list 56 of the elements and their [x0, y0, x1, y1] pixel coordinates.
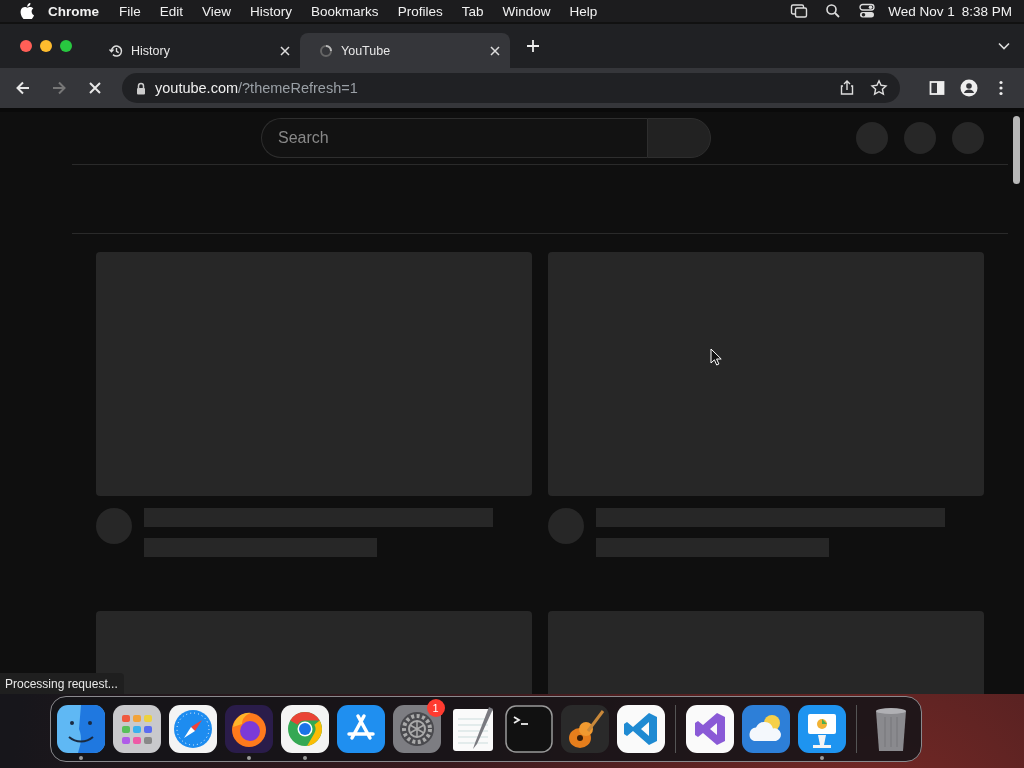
- mouse-pointer-icon: [710, 348, 722, 366]
- side-panel-icon[interactable]: [928, 79, 946, 97]
- back-icon[interactable]: [14, 79, 32, 97]
- menu-item[interactable]: View: [202, 3, 232, 19]
- header-placeholder: [952, 122, 984, 154]
- gear-icon[interactable]: [392, 705, 441, 753]
- apple-logo-icon[interactable]: [20, 3, 34, 19]
- compass-icon[interactable]: [168, 705, 217, 753]
- notification-badge: 1: [426, 699, 445, 717]
- terminal-icon[interactable]: [504, 705, 553, 753]
- sun-cloud-icon[interactable]: [741, 705, 790, 753]
- control-center-icon[interactable]: [858, 2, 877, 20]
- browser-tab[interactable]: YouTube: [300, 33, 510, 69]
- search-field[interactable]: Search: [261, 118, 647, 158]
- header-placeholder: [904, 122, 936, 154]
- screen-mirroring-icon[interactable]: [790, 2, 809, 20]
- code-editor-icon[interactable]: [616, 705, 665, 753]
- chevron-down-icon[interactable]: [998, 42, 1010, 50]
- url-path-text: /?themeRefresh=1: [238, 80, 358, 96]
- date-text[interactable]: Wed Nov 1: [888, 3, 955, 19]
- share-icon[interactable]: [838, 79, 856, 97]
- menu-item[interactable]: Bookmarks: [311, 3, 379, 19]
- status-bubble: Processing request...: [0, 673, 124, 694]
- lock-icon: [136, 81, 146, 95]
- minimize-window-button[interactable]: [40, 40, 52, 52]
- close-icon[interactable]: [490, 46, 500, 56]
- menu-item[interactable]: Help: [569, 3, 598, 19]
- menu-item[interactable]: Profiles: [397, 3, 443, 19]
- menu-item[interactable]: History: [250, 3, 293, 19]
- address-bar[interactable]: youtube.com/?themeRefresh=1: [122, 73, 900, 103]
- app-grid-icon[interactable]: [112, 705, 161, 753]
- scrollbar-thumb[interactable]: [1013, 116, 1020, 184]
- avatar-placeholder: [96, 508, 132, 544]
- guitar-icon[interactable]: [560, 705, 609, 753]
- menu-item[interactable]: Window: [502, 3, 551, 19]
- loading-spinner-icon: [318, 43, 334, 59]
- new-tab-icon[interactable]: [526, 39, 540, 53]
- time-text[interactable]: 8:38 PM: [961, 3, 1012, 19]
- url-host-text: youtube.com: [155, 80, 239, 96]
- finder-face-icon[interactable]: [56, 705, 105, 753]
- avatar-placeholder: [548, 508, 584, 544]
- header-placeholder: [856, 122, 888, 154]
- podium-icon[interactable]: [797, 705, 846, 753]
- close-icon[interactable]: [280, 46, 290, 56]
- maximize-window-button[interactable]: [60, 40, 72, 52]
- app-menu[interactable]: Chrome: [48, 3, 99, 19]
- history-icon: [108, 43, 124, 59]
- close-window-button[interactable]: [20, 40, 32, 52]
- profile-icon[interactable]: [960, 79, 978, 97]
- fox-globe-icon[interactable]: [224, 705, 273, 753]
- app-store-icon[interactable]: [336, 705, 385, 753]
- star-icon[interactable]: [870, 79, 888, 97]
- menu-item[interactable]: Edit: [159, 3, 184, 19]
- menu-item[interactable]: File: [119, 3, 141, 19]
- menu-item[interactable]: Tab: [461, 3, 484, 19]
- browser-tab[interactable]: History: [90, 33, 300, 69]
